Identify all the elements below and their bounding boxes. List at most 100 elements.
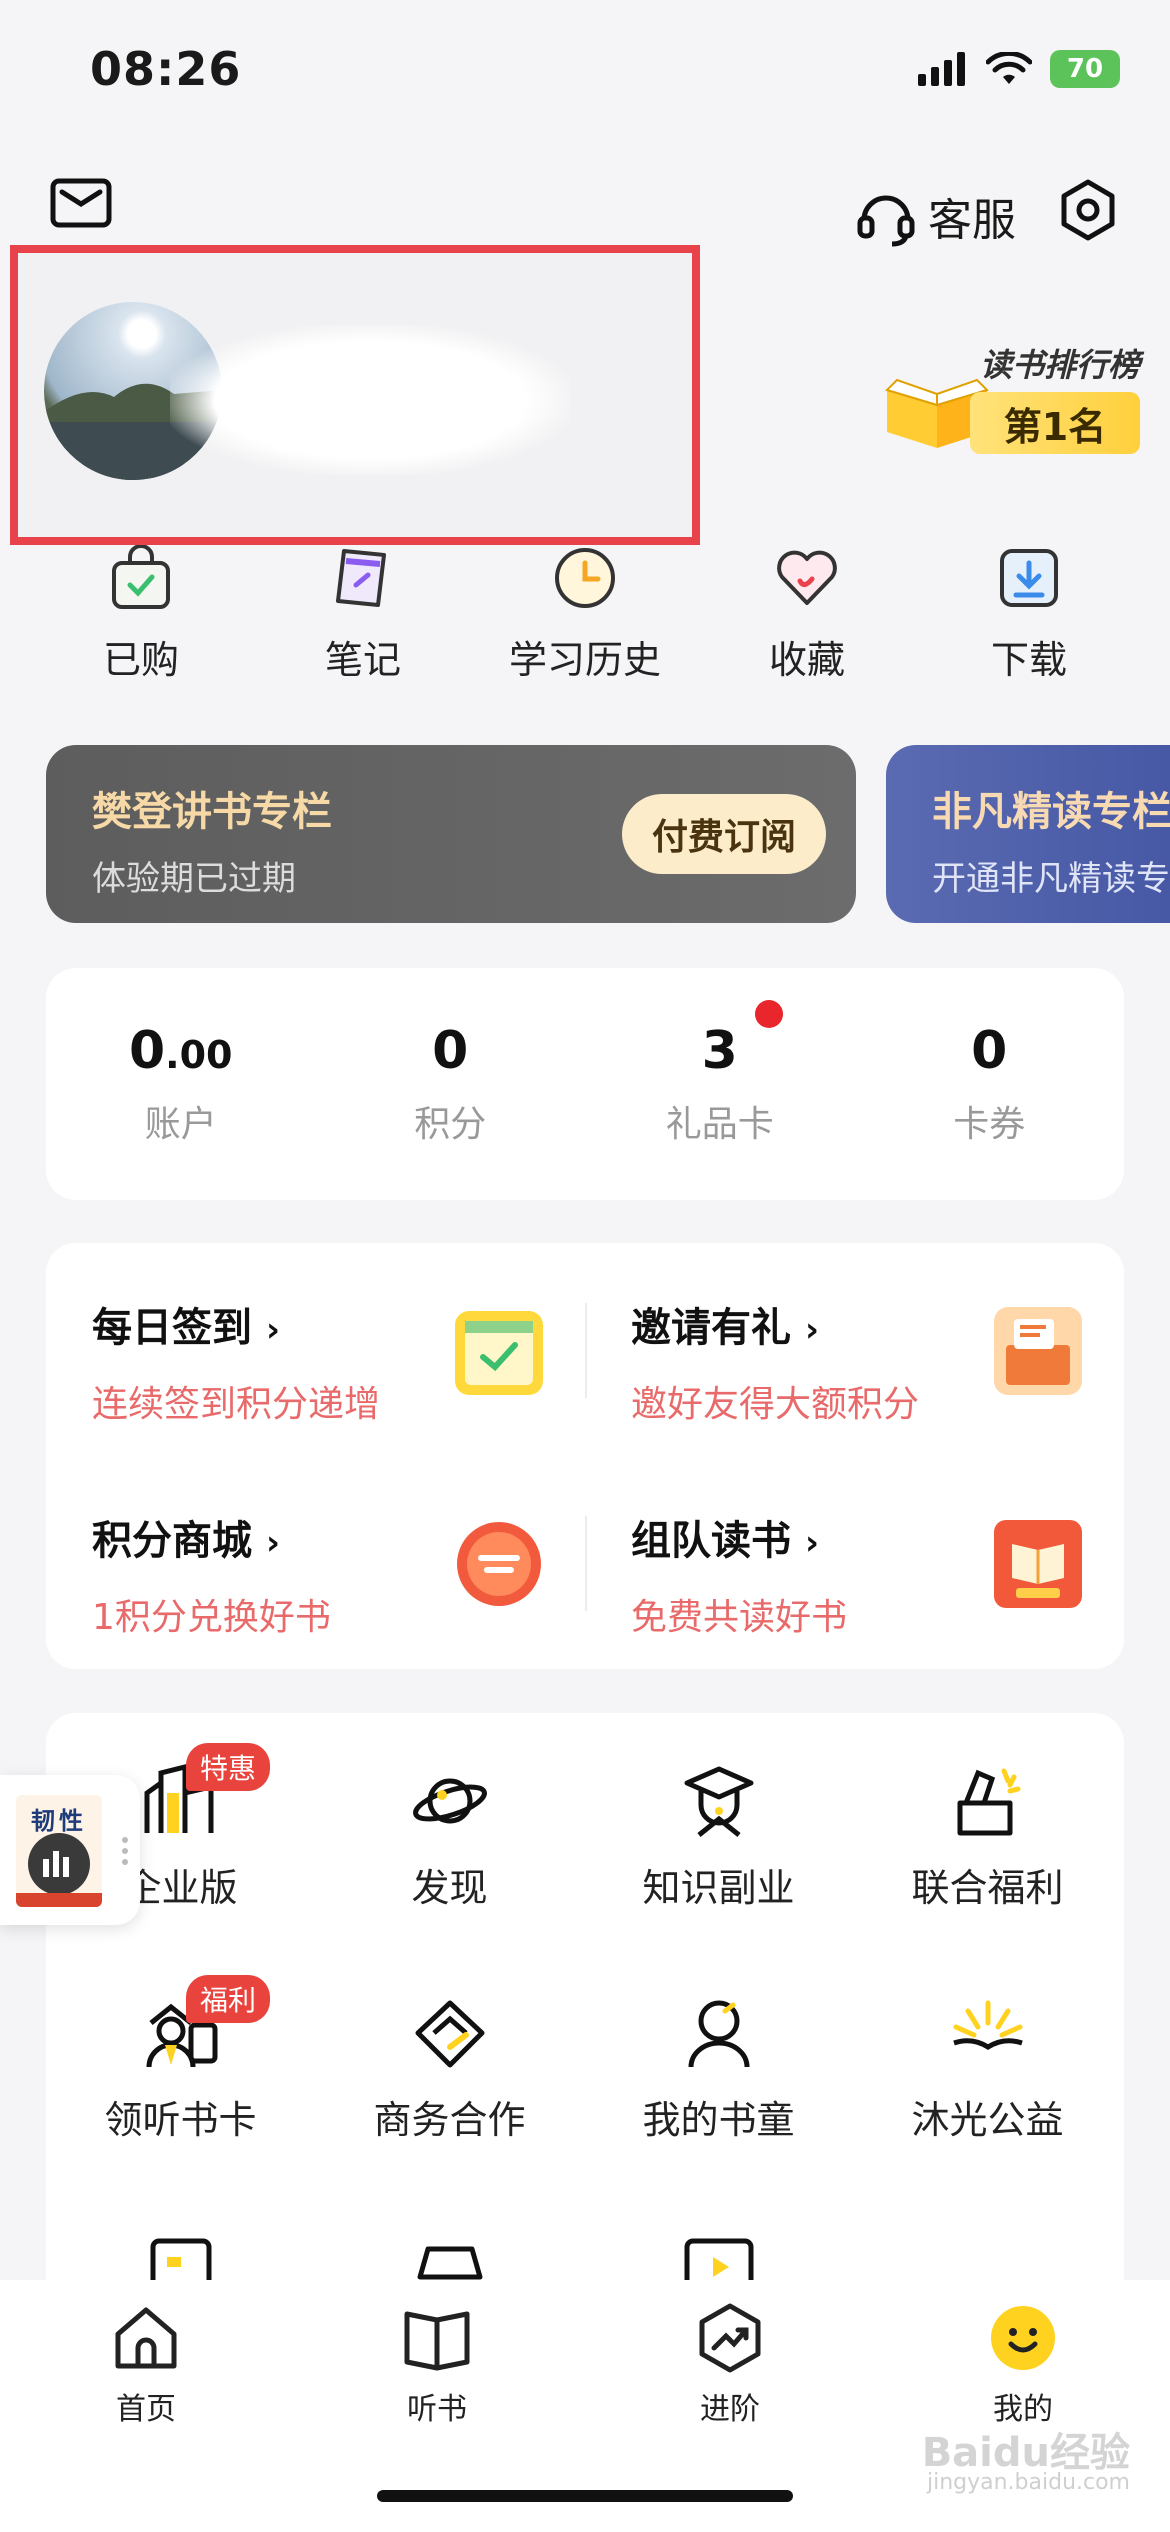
heart-icon xyxy=(777,550,837,605)
mail-button[interactable] xyxy=(50,178,112,232)
home-icon xyxy=(115,2307,177,2369)
mail-icon xyxy=(50,178,112,228)
grid-listen-card-label: 领听书卡 xyxy=(104,2098,257,2142)
subscribe-button[interactable]: 付费订阅 xyxy=(621,794,826,874)
book-icon xyxy=(404,2311,470,2371)
signal-icon xyxy=(918,52,965,86)
chevron-right-icon: › xyxy=(805,1310,820,1350)
quick-actions: 已购 笔记 学习历史 收藏 下载 xyxy=(0,545,1170,684)
smiley-icon xyxy=(991,2306,1055,2370)
handshake-icon xyxy=(415,2000,484,2068)
nav-advanced[interactable]: 进阶 xyxy=(630,2302,830,2428)
task-points-mall[interactable]: 积分商城 › 1积分兑换好书 xyxy=(46,1456,585,1669)
nav-listen[interactable]: 听书 xyxy=(337,2302,537,2428)
stat-account-decimal: .00 xyxy=(165,1033,233,1077)
gift-box-icon xyxy=(994,1307,1082,1395)
book-stand-icon xyxy=(994,1520,1082,1608)
stat-account-main: 0 xyxy=(128,1021,166,1081)
grid-joint-benefits[interactable]: 联合福利 xyxy=(853,1763,1122,1912)
grid-listen-card[interactable]: 福利 领听书卡 xyxy=(46,1975,315,2144)
nav-mine[interactable]: 我的 xyxy=(923,2302,1123,2428)
rank-place: 第1名 xyxy=(970,392,1140,454)
cover-band xyxy=(16,1893,102,1907)
stat-coupons-label: 卡券 xyxy=(953,1104,1026,1145)
rank-title: 读书排行榜 xyxy=(979,346,1140,384)
stat-account-value: 0.00 xyxy=(129,1021,233,1081)
note-icon xyxy=(336,549,386,607)
grid-my-assistant-label: 我的书童 xyxy=(642,2098,795,2142)
battery-indicator: 70 xyxy=(1050,50,1120,88)
stat-points-value: 0 xyxy=(432,1021,469,1081)
grid-discover[interactable]: 发现 xyxy=(315,1763,584,1912)
graduation-cap-icon xyxy=(684,1766,753,1837)
chevron-right-icon: › xyxy=(266,1523,281,1563)
grid-business-coop[interactable]: 商务合作 xyxy=(315,1995,584,2144)
grid-side-business-label: 知识副业 xyxy=(642,1866,795,1910)
stat-points[interactable]: 0 积分 xyxy=(316,968,586,1200)
task-invite[interactable]: 邀请有礼 › 邀好友得大额积分 xyxy=(585,1243,1124,1456)
mini-player-cover: 韧性 xyxy=(16,1795,102,1907)
grid-my-assistant[interactable]: 我的书童 xyxy=(584,1995,853,2144)
download-icon xyxy=(1000,549,1058,607)
watermark-url: jingyan.baidu.com xyxy=(926,2470,1130,2495)
task-points-mall-title: 积分商城 xyxy=(92,1518,252,1564)
grid-side-business[interactable]: 知识副业 xyxy=(584,1763,853,1912)
task-daily-checkin[interactable]: 每日签到 › 连续签到积分递增 xyxy=(46,1243,585,1456)
quick-favorites[interactable]: 收藏 xyxy=(707,545,907,684)
mall-badge-icon xyxy=(457,1522,541,1606)
stat-gift-cards-value: 3 xyxy=(701,1021,738,1081)
feifan-column-card[interactable]: 非凡精读专栏 开通非凡精读专栏 xyxy=(886,745,1170,923)
home-indicator xyxy=(377,2490,793,2502)
wifi-icon xyxy=(986,52,1032,84)
task-team-reading-title: 组队读书 xyxy=(631,1518,791,1564)
customer-service-label: 客服 xyxy=(928,194,1016,246)
quick-download[interactable]: 下载 xyxy=(929,545,1129,684)
stat-gift-cards-label: 礼品卡 xyxy=(665,1104,774,1145)
username-redacted xyxy=(170,325,570,475)
equalizer-icon xyxy=(28,1833,90,1895)
settings-icon xyxy=(1061,179,1115,241)
grid-charity[interactable]: 沐光公益 xyxy=(853,1995,1122,2144)
stat-gift-cards[interactable]: 3 礼品卡 xyxy=(585,968,855,1200)
stat-account-label: 账户 xyxy=(144,1104,217,1145)
task-invite-title: 邀请有礼 xyxy=(631,1305,791,1351)
clock-icon xyxy=(555,548,615,608)
calendar-check-icon xyxy=(455,1311,543,1395)
chevron-right-icon: › xyxy=(266,1310,281,1350)
customer-service-button[interactable]: 客服 xyxy=(854,184,1016,248)
stat-account[interactable]: 0.00 账户 xyxy=(46,968,316,1200)
task-team-reading[interactable]: 组队读书 › 免费共读好书 xyxy=(585,1456,1124,1669)
task-daily-checkin-title: 每日签到 xyxy=(92,1305,252,1351)
notification-dot xyxy=(755,1000,783,1028)
nav-listen-label: 听书 xyxy=(407,2392,467,2427)
shopping-bag-icon xyxy=(112,545,170,609)
battery-level: 70 xyxy=(1066,54,1104,84)
account-stats: 0.00 账户 0 积分 3 礼品卡 0 卡券 xyxy=(46,968,1124,1200)
task-panel: 每日签到 › 连续签到积分递增 邀请有礼 › 邀好友得大额积分 积分商城 › 1积分兑… xyxy=(46,1243,1124,1669)
quick-purchased[interactable]: 已购 xyxy=(41,545,241,684)
header-actions: 客服 xyxy=(854,178,1120,253)
headset-icon xyxy=(857,195,915,246)
quick-notes[interactable]: 笔记 xyxy=(263,545,463,684)
mini-player[interactable]: 韧性 xyxy=(0,1775,140,1925)
badge-discount: 特惠 xyxy=(186,1743,271,1791)
stat-points-label: 积分 xyxy=(414,1104,487,1145)
nav-advanced-label: 进阶 xyxy=(700,2392,760,2427)
fandeng-column-card[interactable]: 樊登讲书专栏 体验期已过期 付费订阅 xyxy=(46,745,856,923)
nav-home-label: 首页 xyxy=(116,2392,176,2427)
stat-coupons-value: 0 xyxy=(971,1021,1008,1081)
stat-coupons[interactable]: 0 卡券 xyxy=(855,968,1125,1200)
status-time: 08:26 xyxy=(90,42,242,96)
nav-home[interactable]: 首页 xyxy=(46,2302,246,2428)
chevron-right-icon: › xyxy=(805,1523,820,1563)
grid-discover-label: 发现 xyxy=(411,1866,488,1910)
grid-charity-label: 沐光公益 xyxy=(911,2098,1064,2142)
quick-favorites-label: 收藏 xyxy=(768,638,845,682)
trend-hexagon-icon xyxy=(699,2303,761,2373)
drag-handle[interactable] xyxy=(122,1837,128,1865)
settings-button[interactable] xyxy=(1056,178,1120,253)
grid-joint-benefits-label: 联合福利 xyxy=(911,1866,1064,1910)
mini-player-cover-title: 韧性 xyxy=(31,1807,87,1835)
quick-history[interactable]: 学习历史 xyxy=(485,545,685,684)
feifan-column-title: 非凡精读专栏 xyxy=(932,789,1170,835)
